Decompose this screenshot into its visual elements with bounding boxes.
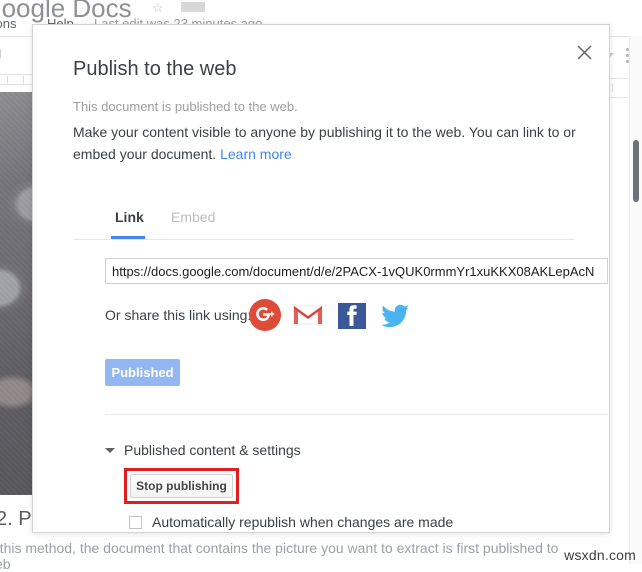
caret-down-icon xyxy=(105,447,115,453)
published-button[interactable]: Published xyxy=(105,359,180,386)
watermark: wsxdn.com xyxy=(564,547,636,563)
star-icon: ☆ xyxy=(152,0,164,15)
share-google-plus-button[interactable] xyxy=(249,299,281,331)
menu-item-addons[interactable]: d-ons xyxy=(0,16,17,31)
share-link-label: Or share this link using: xyxy=(105,307,252,323)
document-paragraph-line-2: veb xyxy=(0,556,11,572)
document-paragraph-line-1: n this method, the document that contain… xyxy=(0,540,559,556)
gmail-icon xyxy=(293,305,323,325)
share-twitter-button[interactable] xyxy=(379,299,411,331)
doc-status-chip xyxy=(181,2,205,12)
auto-republish-row: Automatically republish when changes are… xyxy=(129,514,453,530)
dialog-title: Publish to the web xyxy=(73,58,237,80)
document-heading-2: 2. P xyxy=(0,508,32,530)
tab-link[interactable]: Link xyxy=(111,203,146,239)
kebab-menu-icon[interactable] xyxy=(626,48,629,66)
published-url-input[interactable] xyxy=(105,258,608,284)
auto-republish-label: Automatically republish when changes are… xyxy=(152,514,454,530)
tab-embed[interactable]: Embed xyxy=(169,203,217,239)
toolbar-style-selector[interactable]: al xyxy=(0,47,1,61)
learn-more-link[interactable]: Learn more xyxy=(220,146,292,162)
close-icon xyxy=(577,45,591,59)
publish-to-web-dialog: Publish to the web This document is publ… xyxy=(32,24,610,533)
google-plus-icon xyxy=(249,299,281,331)
scrollbar-thumb[interactable] xyxy=(633,140,639,202)
facebook-icon xyxy=(338,303,366,329)
vertical-scrollbar[interactable] xyxy=(629,36,642,564)
dialog-description-text: Make your content visible to anyone by p… xyxy=(73,124,576,162)
dialog-description: Make your content visible to anyone by p… xyxy=(73,121,578,165)
publish-status-text: This document is published to the web. xyxy=(73,99,298,114)
published-content-settings-label: Published content & settings xyxy=(124,442,301,458)
document-image-car-dashboard xyxy=(0,92,36,495)
section-divider xyxy=(105,414,608,415)
close-button[interactable] xyxy=(569,37,599,67)
stop-publishing-button[interactable]: Stop publishing xyxy=(130,474,233,498)
share-gmail-button[interactable] xyxy=(292,299,324,331)
twitter-icon xyxy=(381,304,409,328)
auto-republish-checkbox[interactable] xyxy=(129,515,142,529)
published-content-settings-toggle[interactable]: Published content & settings xyxy=(105,442,301,458)
share-facebook-button[interactable] xyxy=(336,299,368,331)
dialog-tabs: Link Embed xyxy=(73,203,575,240)
